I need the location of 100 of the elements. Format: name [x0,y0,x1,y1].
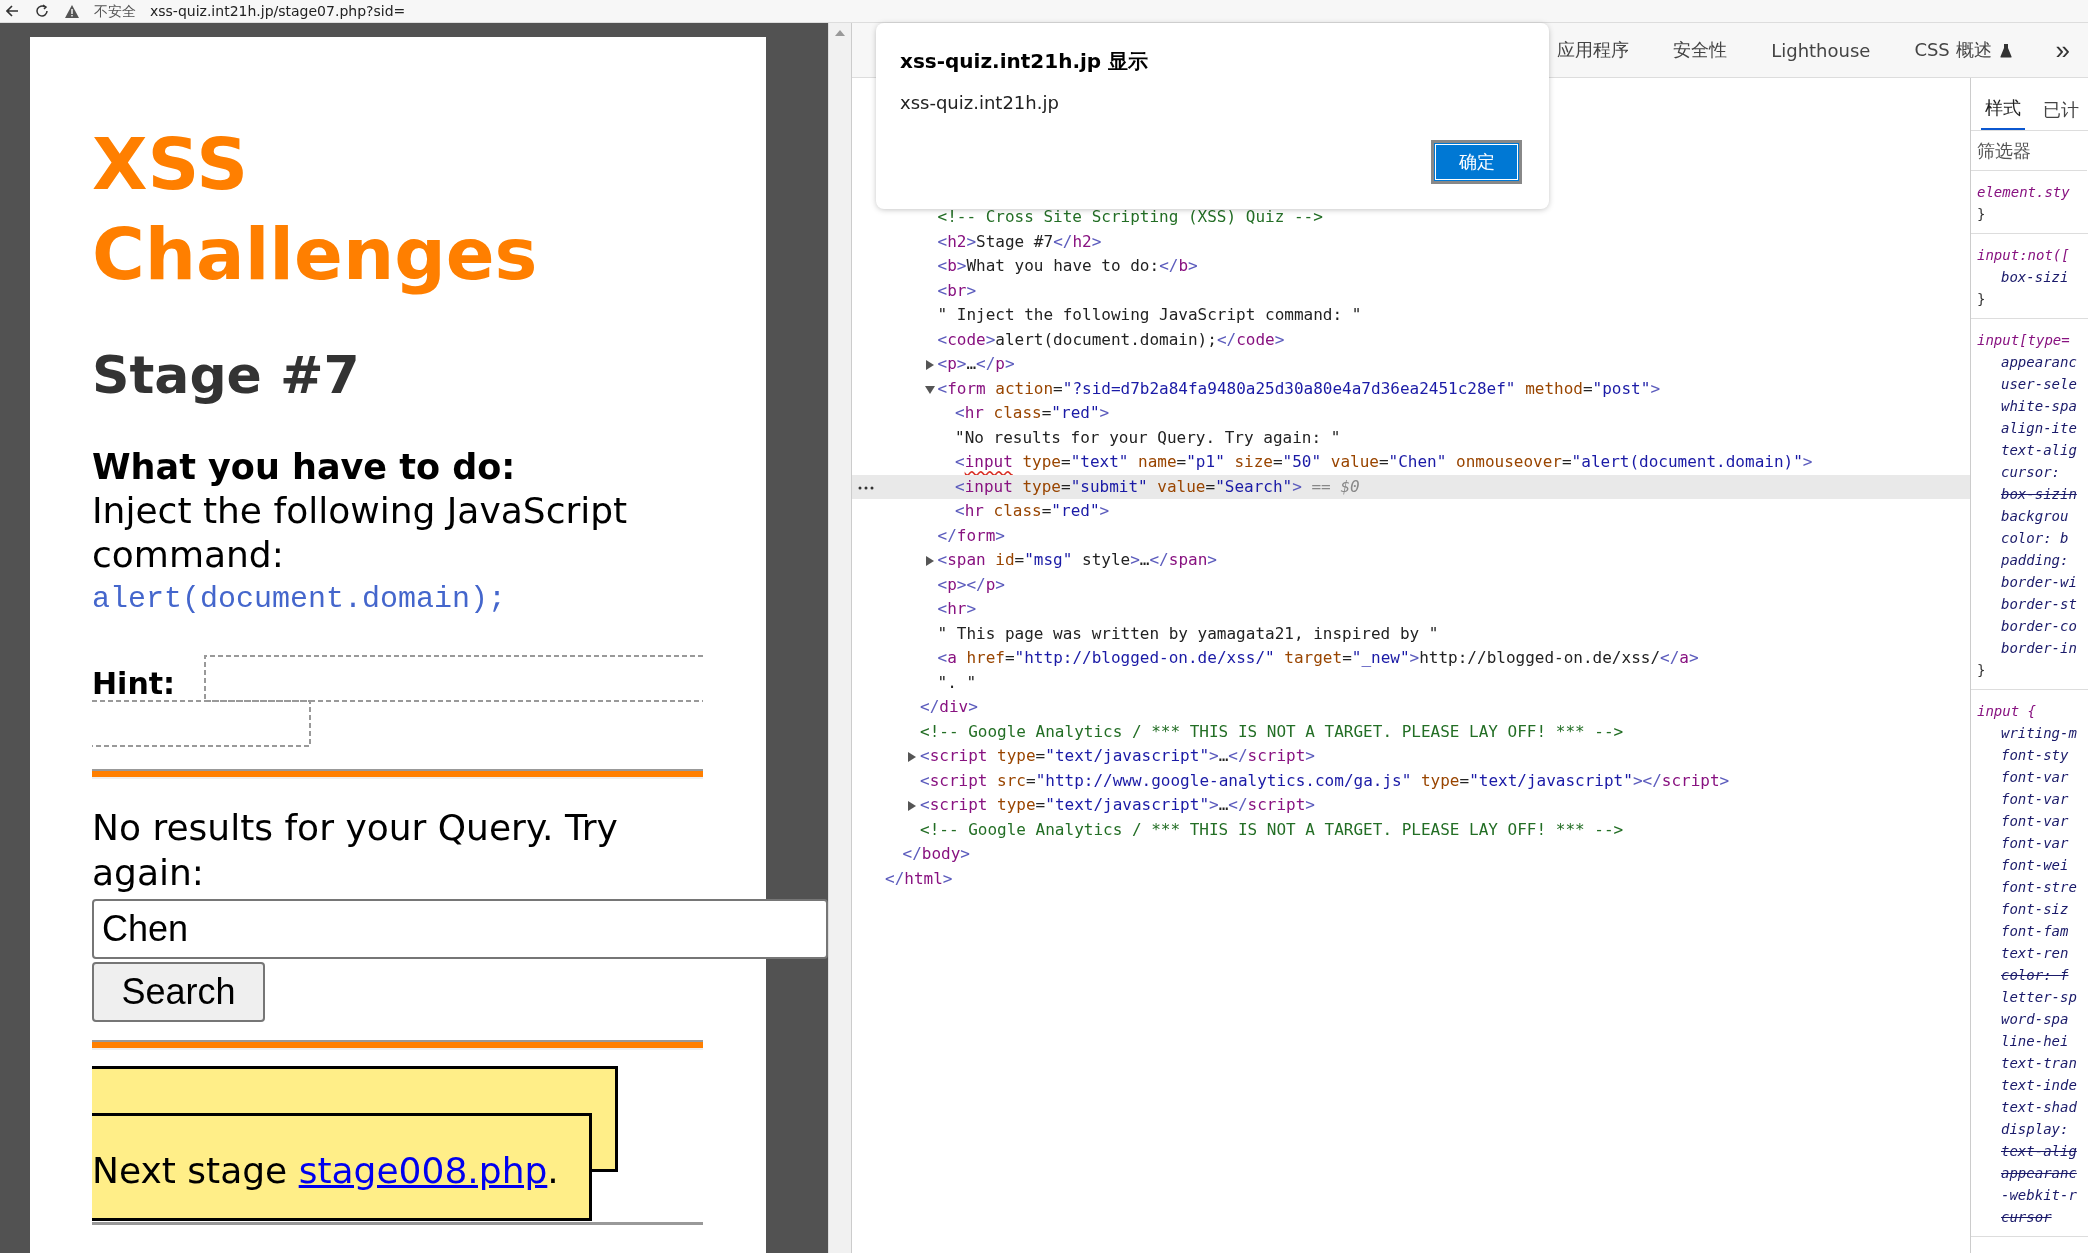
dom-node[interactable]: <hr> [937,599,977,618]
css-selector: input[type= [1977,331,2071,350]
dom-node[interactable]: <hr class="red"> [955,501,1110,520]
css-property: appearanc [2000,1164,2078,1183]
devtools-tab[interactable]: Lighthouse [1771,39,1871,61]
css-property: font-sty [2000,746,2070,765]
dom-node[interactable]: <p>…</p> [937,354,1015,373]
devtools-tab[interactable]: CSS 概述 [1914,38,2012,62]
devtools-tab[interactable]: 应用程序 [1557,38,1630,62]
css-property: color: b [2000,529,2070,548]
dom-node[interactable]: ". " [937,672,977,692]
dom-node[interactable]: <script type="text/javascript">…</script> [920,795,1315,814]
closing-tag[interactable]: </html> [885,868,953,888]
closing-brace: } [1977,205,1987,224]
dom-node[interactable]: <input type="text" name="p1" size="50" value="Chen" onmouseover="alert(document.domain)"> [955,452,1813,471]
dom-node[interactable]: " This page was written by yamagata21, inspired by " [937,623,1439,643]
back-icon[interactable] [6,4,20,18]
closing-brace: } [1977,290,1987,309]
css-property: text-alig [2000,1142,2078,1161]
devtools-tab[interactable]: 安全性 [1673,38,1728,62]
css-property: cursor [2000,1208,2053,1227]
more-icon[interactable] [858,485,874,490]
css-property: text-shad [2000,1098,2078,1117]
css-property: box-sizin [2000,485,2078,504]
css-property: padding: [2000,551,2070,570]
flask-icon [1999,42,2012,58]
warning-icon [64,3,80,19]
ok-button[interactable]: 确定 [1431,140,1522,184]
reload-icon[interactable] [34,3,50,19]
dom-node[interactable]: <hr class="red"> [955,403,1110,422]
collapse-icon[interactable] [924,384,935,395]
site-title: XSS Challenges [92,121,539,298]
css-property: font-fam [2000,922,2070,941]
more-tabs-button[interactable]: » [2055,34,2070,66]
address-bar-url[interactable]: xss-quiz.int21h.jp/stage07.php?sid= [150,3,406,19]
css-selector: input:not([ [1977,246,2071,265]
css-property: font-wei [2000,856,2070,875]
css-property: word-spa [2000,1010,2070,1029]
task-heading: What you have to do: [92,446,517,489]
styles-tab[interactable]: 已计 [2039,98,2083,130]
css-property: appearanc [2000,353,2078,372]
next-stage-link[interactable]: stage008.php [298,1150,548,1191]
css-property: white-spa [2000,397,2078,416]
security-label[interactable]: 不安全 [94,3,136,19]
css-property: text-ren [2000,944,2070,963]
closing-tag[interactable]: </div> [920,697,978,716]
hint-label: Hint: [92,667,176,701]
dom-node[interactable]: <!-- Google Analytics / *** THIS IS NOT A TARGET. PLEASE LAY OFF! *** --> [920,721,1624,741]
css-property: user-sele [2000,375,2078,394]
dom-node[interactable]: " Inject the following JavaScript command: " [937,305,1362,324]
stage-heading: Stage #7 [92,345,361,405]
task-text: Inject the following JavaScript command: [92,489,629,577]
css-property: cursor: [2000,463,2061,482]
css-property: display: [2000,1120,2070,1139]
dom-node[interactable]: "No results for your Query. Try again: " [955,427,1341,447]
css-selector: input { [1977,702,2037,721]
css-property: -webkit-r [2000,1186,2078,1205]
dom-node[interactable]: <b>What you have to do:</b> [937,256,1198,275]
css-property: text-tran [2000,1054,2078,1073]
css-property: backgrou [2000,507,2070,526]
css-property: font-var [2000,834,2070,853]
css-property: text-alig [2000,441,2078,460]
css-property: align-ite [2000,419,2078,438]
css-property: writing-m [2000,724,2078,743]
css-property: box-sizi [2000,268,2070,287]
css-property: letter-sp [2000,988,2078,1007]
css-selector: element.sty [1977,183,2071,202]
dom-node[interactable]: <span id="msg" style>…</span> [937,550,1217,569]
dom-node[interactable]: <script src="http://www.google-analytics.com/ga.js" type="text/javascript"></script> [920,770,1730,790]
css-property: border-wi [2000,573,2078,592]
css-property: font-var [2000,812,2070,831]
query-field[interactable]: Chen [92,899,828,959]
dom-node[interactable]: <code>alert(document.domain);</code> [937,329,1285,349]
dom-node[interactable]: <form action="?sid=d7b2a84fa9480a25d30a80e4a7d36ea2451c28ef" method="post"> [937,378,1660,398]
search-button[interactable]: Search [92,962,265,1022]
css-property: color: f [2000,966,2070,985]
css-property: font-var [2000,768,2070,787]
dom-node[interactable]: <!-- Cross Site Scripting (XSS) Quiz --> [937,207,1323,226]
css-property: line-hei [2000,1032,2070,1051]
dom-node[interactable]: <p></p> [937,574,1005,594]
dom-node[interactable]: <script type="text/javascript">…</script> [920,746,1315,765]
css-property: border-co [2000,617,2078,636]
expand-icon[interactable] [907,801,917,811]
closing-brace: } [1977,661,1987,680]
expand-icon[interactable] [924,360,935,370]
dom-node[interactable]: <h2>Stage #7</h2> [937,231,1102,251]
dom-node[interactable]: <br> [937,280,977,300]
css-property: font-var [2000,790,2070,809]
dom-node[interactable]: <a href="http://blogged-on.de/xss/" target="_new">http://blogged-on.de/xss/</a> [937,648,1699,667]
css-property: border-st [2000,595,2078,614]
css-property: border-in [2000,639,2078,658]
dom-node[interactable]: <!-- Google Analytics / *** THIS IS NOT A TARGET. PLEASE LAY OFF! *** --> [920,819,1624,839]
expand-icon[interactable] [907,752,917,762]
closing-tag[interactable]: </body> [902,844,970,863]
dialog-message: xss-quiz.int21h.jp [900,91,1060,115]
closing-tag[interactable]: </form> [937,525,1005,545]
result-text: No results for your Query. Try again: [92,806,619,895]
command-code: alert(document.domain); [92,581,508,618]
expand-icon[interactable] [924,556,935,566]
css-property: font-siz [2000,900,2070,919]
